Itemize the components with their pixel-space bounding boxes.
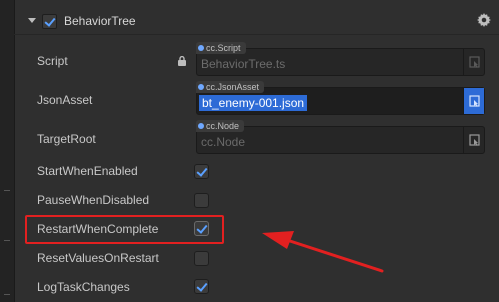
gutter-mark (4, 294, 10, 295)
component-enabled-checkbox[interactable] (42, 14, 57, 29)
script-type-text: cc.Script (206, 43, 241, 53)
target-root-type-tag: cc.Node (196, 120, 245, 132)
log-task-changes-label: LogTaskChanges (37, 280, 130, 294)
left-gutter (0, 0, 15, 302)
script-label: Script (37, 54, 68, 68)
highlight-box (25, 215, 224, 244)
target-root-label: TargetRoot (37, 132, 96, 146)
reset-values-on-restart-checkbox[interactable] (194, 251, 209, 266)
pause-when-disabled-label: PauseWhenDisabled (37, 193, 150, 207)
start-when-enabled-checkbox[interactable] (194, 164, 209, 179)
target-root-picker-button[interactable] (463, 127, 484, 153)
header-divider (14, 34, 499, 35)
json-asset-label: JsonAsset (37, 93, 93, 107)
json-asset-type-text: cc.JsonAsset (206, 82, 260, 92)
type-dot-icon (198, 123, 204, 129)
type-dot-icon (198, 45, 204, 51)
script-picker-button (463, 49, 484, 75)
start-when-enabled-label: StartWhenEnabled (37, 164, 138, 178)
target-root-placeholder: cc.Node (201, 135, 246, 149)
script-type-tag: cc.Script (196, 42, 246, 54)
gutter-mark (4, 190, 10, 191)
checkmark-icon (196, 280, 208, 292)
component-header: BehaviorTree (14, 8, 499, 34)
lock-icon (178, 56, 186, 66)
pick-icon (469, 134, 480, 146)
checkmark-icon (44, 15, 56, 27)
json-asset-picker-button[interactable] (463, 88, 484, 114)
reset-values-on-restart-label: ResetValuesOnRestart (37, 251, 159, 265)
component-title: BehaviorTree (64, 14, 136, 28)
json-asset-type-tag: cc.JsonAsset (196, 81, 265, 93)
log-task-changes-checkbox[interactable] (194, 279, 209, 294)
pause-when-disabled-checkbox[interactable] (194, 193, 209, 208)
type-dot-icon (198, 84, 204, 90)
gutter-mark (4, 240, 10, 241)
target-root-type-text: cc.Node (206, 121, 240, 131)
script-value: BehaviorTree.ts (201, 57, 286, 71)
pick-icon (469, 56, 480, 68)
gear-icon[interactable] (477, 13, 491, 27)
json-asset-value: bt_enemy-001.json (199, 95, 308, 111)
checkmark-icon (196, 165, 208, 177)
pick-icon (469, 95, 480, 107)
arrow-icon (262, 231, 384, 273)
caret-down-icon[interactable] (28, 18, 36, 23)
